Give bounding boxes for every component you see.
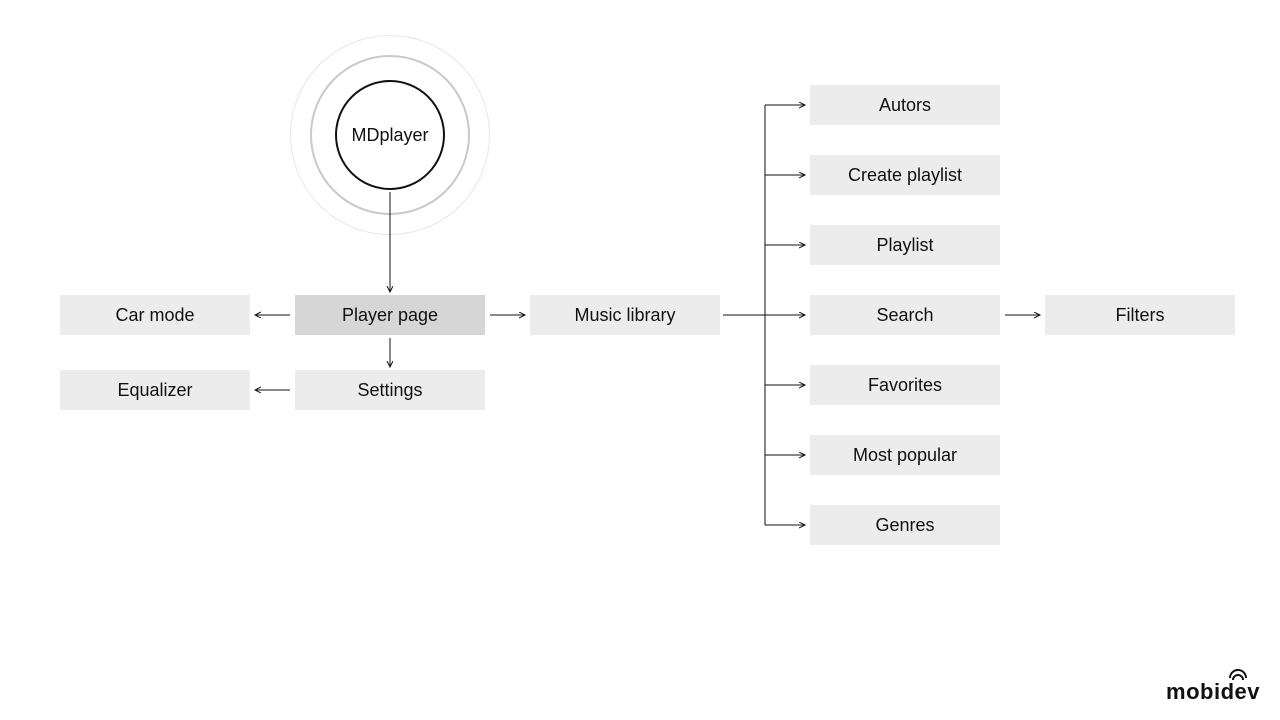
node-autors: Autors [810, 85, 1000, 125]
node-label: Most popular [853, 445, 957, 466]
node-label: Favorites [868, 375, 942, 396]
ring-inner: MDplayer [335, 80, 445, 190]
node-label: Create playlist [848, 165, 962, 186]
node-favorites: Favorites [810, 365, 1000, 405]
logo: mobidev [1166, 679, 1260, 705]
node-label: Settings [357, 380, 422, 401]
node-settings: Settings [295, 370, 485, 410]
node-label: Player page [342, 305, 438, 326]
node-filters: Filters [1045, 295, 1235, 335]
node-label: Car mode [115, 305, 194, 326]
node-player-page: Player page [295, 295, 485, 335]
node-label: Playlist [876, 235, 933, 256]
arrows-layer [0, 0, 1280, 720]
node-label: Autors [879, 95, 931, 116]
root-label: MDplayer [351, 125, 428, 146]
node-most-popular: Most popular [810, 435, 1000, 475]
node-genres: Genres [810, 505, 1000, 545]
node-label: Music library [574, 305, 675, 326]
node-label: Equalizer [117, 380, 192, 401]
node-car-mode: Car mode [60, 295, 250, 335]
root-node: MDplayer [290, 35, 490, 235]
node-playlist: Playlist [810, 225, 1000, 265]
node-create-playlist: Create playlist [810, 155, 1000, 195]
node-label: Genres [875, 515, 934, 536]
node-label: Filters [1116, 305, 1165, 326]
node-search: Search [810, 295, 1000, 335]
node-equalizer: Equalizer [60, 370, 250, 410]
logo-text: mobidev [1166, 679, 1260, 704]
node-music-library: Music library [530, 295, 720, 335]
wifi-icon [1229, 669, 1247, 681]
node-label: Search [876, 305, 933, 326]
